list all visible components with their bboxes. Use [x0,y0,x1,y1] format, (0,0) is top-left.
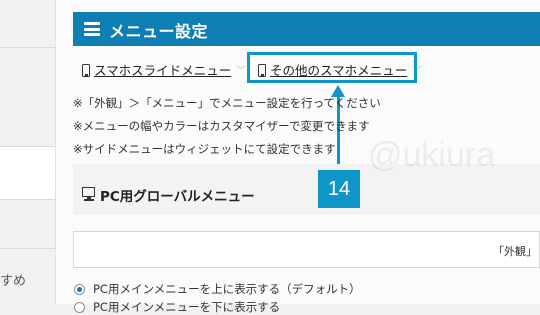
sidebar-divider [0,47,55,48]
page-title: メニュー設定 [109,22,209,41]
radio-label: PC用メインメニューを上に表示する（デフォルト） [93,282,361,296]
help-note: ※「外観」＞「メニュー」でメニュー設定を行ってください [73,96,381,110]
tab-smartphone-slide-menu[interactable]: スマホスライドメニュー ﹀ [82,60,246,82]
help-note: ※サイドメニューはウィジェットにて設定できます [73,142,336,156]
sidebar-item-label[interactable]: すめ [0,270,26,289]
menu-icon [84,22,100,36]
radio-label: PC用メインメニューを下に表示する [93,300,281,314]
section-title: PC用グローバルメニュー [100,189,255,205]
watermark: @ukiura [368,136,496,174]
field-text: 「外観」 [493,245,537,258]
smartphone-icon [82,64,90,77]
step-badge: 14 [318,170,360,208]
chevron-down-icon: ﹀ [236,66,247,77]
monitor-icon [82,187,96,201]
tab-label: スマホスライドメニュー [94,63,232,78]
menu-setting-field[interactable]: 「外観」 [73,231,540,268]
highlight-box [247,52,417,83]
radio-menu-top[interactable] [74,284,85,295]
sidebar-item-active[interactable] [0,146,55,200]
help-note: ※メニューの幅やカラーはカスタマイザーで変更できます [73,119,370,133]
admin-sidebar: すめ [0,0,55,304]
section-header: メニュー設定 [73,12,540,46]
sidebar-divider [0,248,55,249]
